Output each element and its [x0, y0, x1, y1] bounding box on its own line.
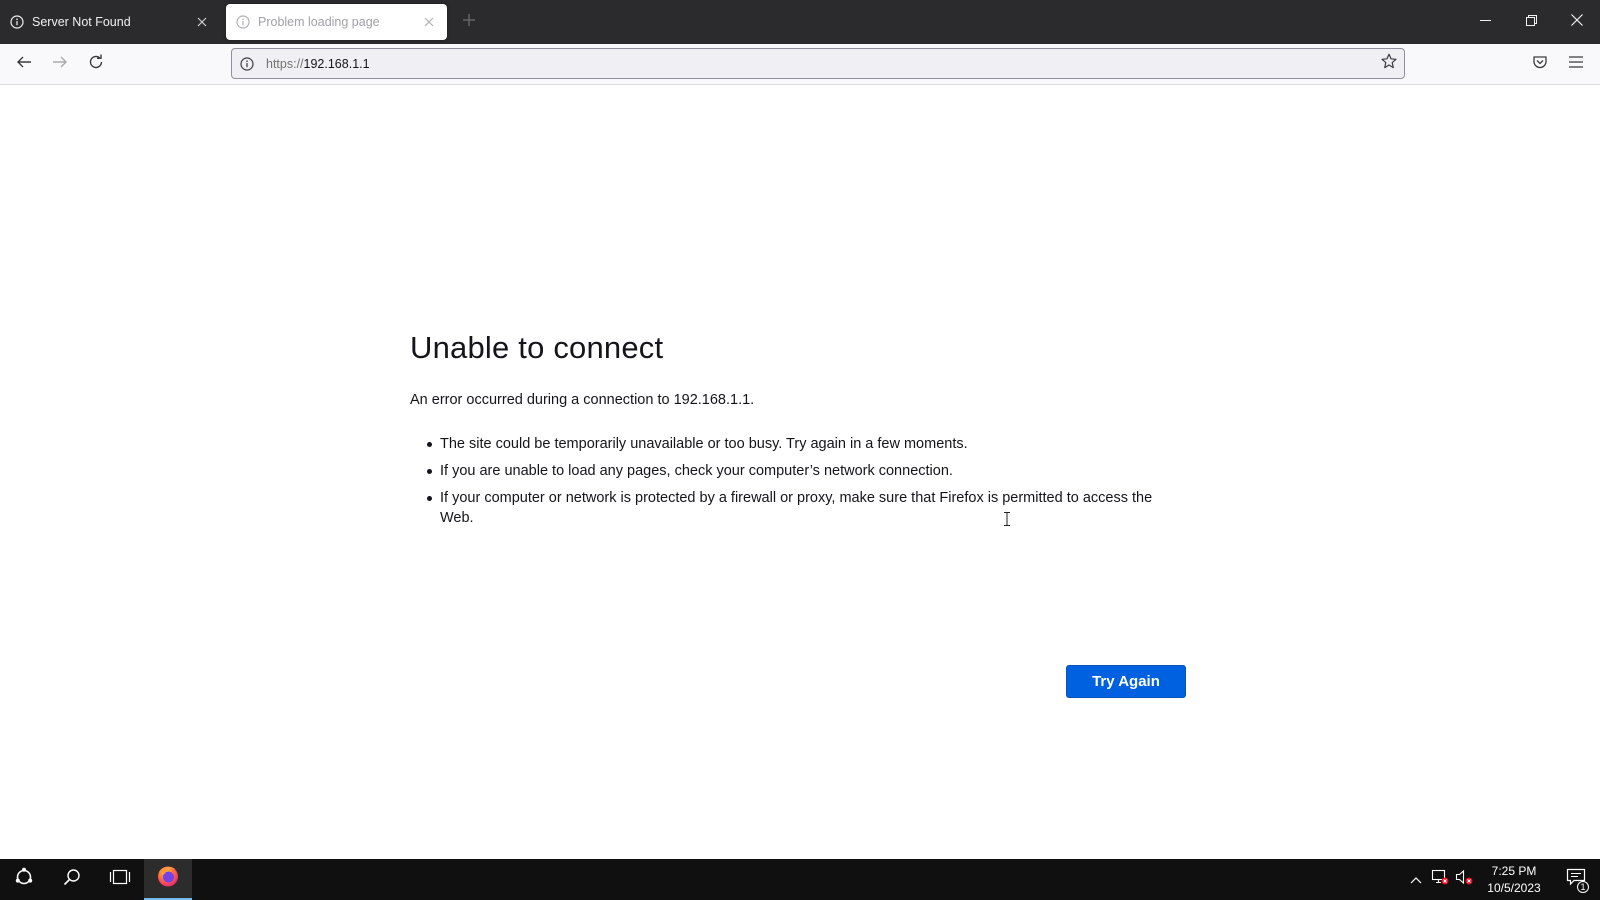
- chevron-up-icon: [1410, 871, 1422, 889]
- page-content: Unable to connect An error occurred duri…: [0, 85, 1600, 859]
- url-bar[interactable]: https://192.168.1.1: [231, 48, 1405, 79]
- firefox-icon: [156, 864, 180, 893]
- system-tray: 7:25 PM 10/5/2023 1: [1404, 859, 1600, 900]
- text-cursor-icon: [1004, 512, 1010, 526]
- forward-button[interactable]: [44, 48, 76, 80]
- reload-button[interactable]: [80, 48, 112, 80]
- pocket-icon: [1532, 54, 1548, 75]
- network-button[interactable]: [1428, 859, 1452, 900]
- taskbar-app-firefox[interactable]: [144, 859, 192, 900]
- search-icon: [63, 868, 81, 891]
- error-description: An error occurred during a connection to…: [410, 392, 755, 408]
- minimize-button[interactable]: [1462, 0, 1508, 44]
- new-tab-button[interactable]: [453, 4, 485, 40]
- notification-badge: 1: [1577, 881, 1589, 893]
- window-controls: [1462, 0, 1600, 44]
- toolbar-right: [1520, 48, 1592, 80]
- close-tab-icon[interactable]: [194, 14, 210, 30]
- search-button[interactable]: [48, 859, 96, 900]
- hamburger-menu-icon: [1569, 55, 1583, 73]
- info-icon: [236, 15, 250, 29]
- start-button[interactable]: [0, 859, 48, 900]
- tab-strip: Server Not Found Problem loading page: [0, 0, 1600, 44]
- taskbar: 7:25 PM 10/5/2023 1: [0, 859, 1600, 900]
- close-icon: [1571, 13, 1583, 31]
- tab-server-not-found[interactable]: Server Not Found: [0, 4, 220, 40]
- info-icon: [10, 15, 24, 29]
- back-arrow-icon: [16, 54, 32, 75]
- plus-icon: [463, 13, 475, 31]
- task-view-button[interactable]: [96, 859, 144, 900]
- url-scheme: https://: [266, 56, 304, 71]
- site-info-icon[interactable]: [232, 49, 262, 78]
- show-hidden-icons-button[interactable]: [1404, 859, 1428, 900]
- star-icon: [1381, 53, 1397, 74]
- restore-icon: [1525, 13, 1537, 31]
- volume-button[interactable]: [1452, 859, 1476, 900]
- back-button[interactable]: [8, 48, 40, 80]
- forward-arrow-icon: [52, 54, 68, 75]
- start-icon: [14, 867, 34, 892]
- clock-date: 10/5/2023: [1487, 881, 1541, 895]
- close-window-button[interactable]: [1554, 0, 1600, 44]
- network-disconnected-icon: [1431, 869, 1449, 890]
- list-item: The site could be temporarily unavailabl…: [410, 434, 1186, 454]
- application-menu-button[interactable]: [1560, 48, 1592, 80]
- url-text[interactable]: https://192.168.1.1: [262, 57, 1374, 71]
- error-suggestions: The site could be temporarily unavailabl…: [410, 434, 1186, 528]
- error-container: Unable to connect An error occurred duri…: [410, 330, 1186, 698]
- reload-icon: [88, 54, 104, 75]
- tab-title: Server Not Found: [32, 15, 131, 29]
- pocket-button[interactable]: [1524, 48, 1556, 80]
- minimize-icon: [1479, 13, 1491, 31]
- close-tab-icon[interactable]: [421, 14, 437, 30]
- navigation-toolbar: https://192.168.1.1: [0, 44, 1600, 85]
- bookmark-button[interactable]: [1374, 49, 1404, 78]
- taskbar-clock[interactable]: 7:25 PM 10/5/2023: [1476, 862, 1552, 897]
- task-view-icon: [109, 869, 131, 890]
- try-again-button[interactable]: Try Again: [1066, 665, 1186, 698]
- url-host: 192.168.1.1: [303, 56, 370, 71]
- list-item: If you are unable to load any pages, che…: [410, 461, 1186, 481]
- error-title: Unable to connect: [410, 330, 664, 365]
- volume-muted-icon: [1455, 869, 1473, 890]
- action-center-button[interactable]: 1: [1552, 859, 1600, 900]
- tab-title: Problem loading page: [258, 15, 380, 29]
- tab-problem-loading-page[interactable]: Problem loading page: [226, 4, 447, 40]
- restore-button[interactable]: [1508, 0, 1554, 44]
- list-item: If your computer or network is protected…: [410, 488, 1186, 528]
- clock-time: 7:25 PM: [1491, 864, 1537, 878]
